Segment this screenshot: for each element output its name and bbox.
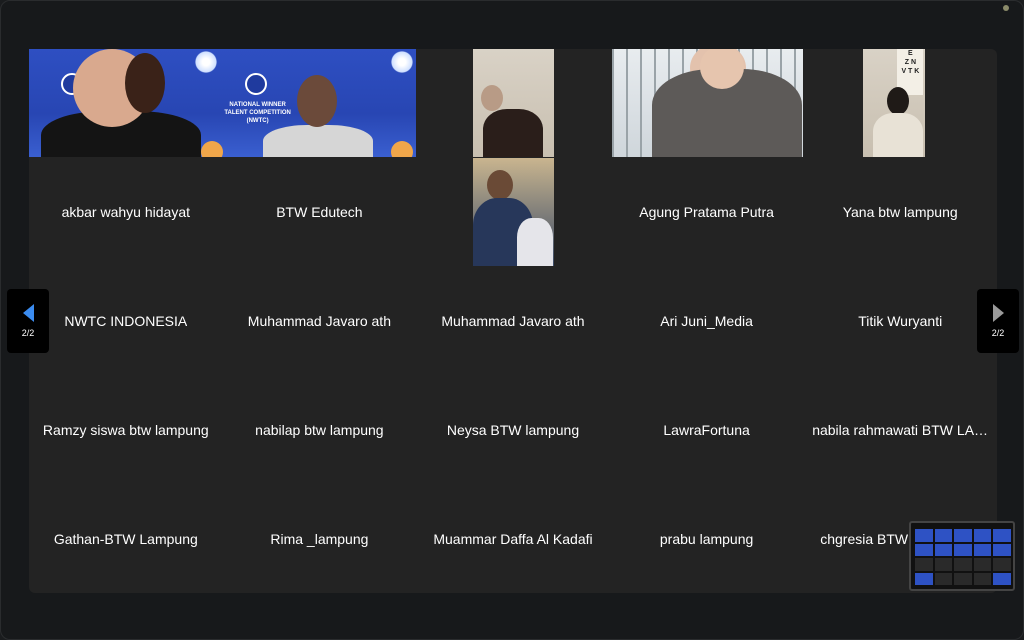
thumbnail-cell [934,529,953,542]
flower-decoration-icon [193,49,219,75]
participant-tile[interactable]: LawraFortuna [610,375,804,484]
participant-name: Neysa BTW lampung [446,421,580,438]
participant-tile[interactable] [29,49,223,158]
participant-name: akbar wahyu hidayat [61,204,190,221]
triangle-right-icon [992,304,1004,322]
status-indicator-icon [1003,5,1009,11]
triangle-left-icon [22,304,34,322]
participant-name: NWTC INDONESIA [64,312,188,329]
participant-name: Titik Wuryanti [858,312,943,329]
person-head [887,87,910,115]
page-indicator: 2/2 [991,328,1005,338]
thumbnail-cell [934,558,953,571]
participant-tile[interactable]: NWTC INDONESIA [29,267,223,376]
participant-name: Muammar Daffa Al Kadafi [433,530,593,547]
thumbnail-cell [954,543,972,556]
participant-tile[interactable]: nabilap btw lampung [223,375,417,484]
participant-tile[interactable]: Agung Pratama Putra [610,158,804,267]
participant-tile[interactable] [610,49,804,158]
video-feed [611,49,804,157]
decoration-icon [201,141,223,157]
video-feed [29,49,223,157]
participant-name: Yana btw lampung [842,204,958,221]
hand [481,85,504,111]
decoration-icon [390,141,413,157]
thumbnail-cell [973,543,992,556]
person-silhouette [262,125,373,157]
thumbnail-cell [934,572,953,585]
thumbnail-cell [973,558,992,571]
participant-tile[interactable]: BTW Edutech [223,158,417,267]
hair [125,53,165,113]
video-feed [473,157,555,266]
flower-decoration-icon [388,49,415,75]
thumbnail-cell [934,543,953,556]
meeting-window: NATIONAL WINNER TALENT COMPETITION (NWTC… [0,0,1024,640]
person-silhouette [873,113,924,157]
thumbnail-cell [915,543,933,556]
person-silhouette [517,217,554,266]
participant-tile[interactable]: Neysa BTW lampung [416,375,610,484]
participant-name: Rima _lampung [270,530,369,547]
participant-tile[interactable]: Yana btw lampung [803,158,997,267]
participant-name: Muhammad Javaro ath [247,312,391,329]
participant-tile[interactable]: Muammar Daffa Al Kadafi [416,484,610,593]
participant-name: chgresia BTW [820,530,909,547]
participant-name: LawraFortuna [663,421,750,438]
participant-tile[interactable]: Ari Juni_Media [610,267,804,376]
video-feed: E Z N V T K [863,49,926,157]
participant-tile[interactable]: Gathan-BTW Lampung [29,484,223,593]
thumbnail-cell [915,529,933,542]
participant-name: Gathan-BTW Lampung [53,530,198,547]
participant-tile[interactable]: Muhammad Javaro ath [416,267,610,376]
participant-tile[interactable]: Rima _lampung [223,484,417,593]
previous-page-button[interactable]: 2/2 [7,289,49,353]
thumbnail-cell [954,558,972,571]
banner-title: NATIONAL WINNER TALENT COMPETITION (NWTC… [224,102,291,124]
self-view-thumbnail[interactable] [909,521,1015,591]
thumbnail-cell [973,572,992,585]
participant-tile[interactable]: akbar wahyu hidayat [29,158,223,267]
thumbnail-cell [915,572,933,585]
participant-tile[interactable] [416,49,610,158]
participant-tile[interactable]: Ramzy siswa btw lampung [29,375,223,484]
thumbnail-cell [954,572,972,585]
thumbnail-grid [915,529,1011,585]
participant-name: nabilap btw lampung [255,421,384,438]
participant-tile[interactable]: E Z N V T K [803,49,997,158]
thumbnail-cell [993,543,1011,556]
thumbnail-cell [993,558,1011,571]
participant-name: Ramzy siswa btw lampung [42,421,209,438]
participant-tile[interactable]: Titik Wuryanti [803,267,997,376]
participant-name: BTW Edutech [276,204,363,221]
participant-name: prabu lampung [659,530,754,547]
video-feed [473,49,555,157]
video-feed: NATIONAL WINNER TALENT COMPETITION (NWTC… [222,49,417,157]
participant-name: Ari Juni_Media [660,312,753,329]
thumbnail-cell [993,572,1011,585]
page-indicator: 2/2 [21,328,35,338]
thumbnail-cell [915,558,933,571]
participant-tile[interactable]: NATIONAL WINNER TALENT COMPETITION (NWTC… [222,49,417,158]
participant-tile[interactable]: prabu lampung [610,484,804,593]
next-page-button[interactable]: 2/2 [977,289,1019,353]
person-silhouette [483,109,544,157]
thumbnail-cell [954,529,972,542]
participant-name: nabila rahmawati BTW LAMPUNG [812,421,988,438]
person-head [296,75,337,127]
participant-tile[interactable]: nabila rahmawati BTW LAMPUNG [803,375,997,484]
participant-tile[interactable]: Muhammad Javaro ath [223,267,417,376]
thumbnail-cell [973,529,992,542]
participant-grid: NATIONAL WINNER TALENT COMPETITION (NWTC… [29,49,997,593]
participant-name: Muhammad Javaro ath [441,312,585,329]
participant-name: Agung Pratama Putra [639,204,774,221]
person-head [487,169,514,200]
nwtc-logo-icon [244,73,267,95]
thumbnail-cell [993,529,1011,542]
participant-tile[interactable] [416,157,610,267]
